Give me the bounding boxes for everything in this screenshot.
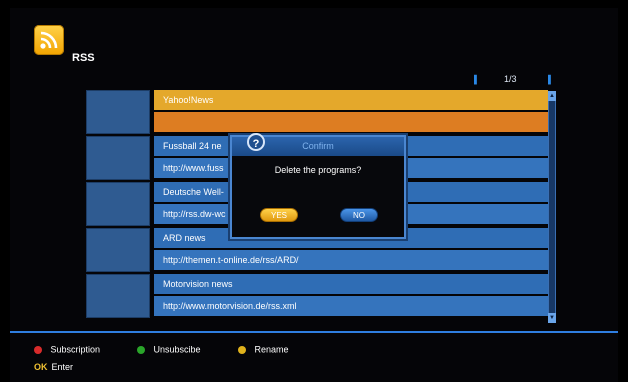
question-icon: ?: [247, 133, 265, 151]
legend-subscription: Subscription: [34, 343, 100, 355]
no-button[interactable]: NO: [340, 208, 378, 222]
feed-name: Motorvision news: [154, 274, 548, 294]
feed-thumbnail: [86, 182, 150, 226]
list-scrollbar[interactable]: ▲ ▼: [548, 91, 556, 323]
yellow-key-icon: [238, 345, 246, 354]
green-key-icon: [137, 345, 145, 354]
page-indicator: 1/3: [504, 74, 517, 84]
yes-button[interactable]: YES: [260, 208, 298, 222]
feed-url: http://themen.t-online.de/rss/ARD/: [154, 250, 548, 270]
pager-right-icon[interactable]: ▌: [548, 75, 554, 84]
ok-key-label: OK: [34, 362, 48, 372]
feed-row-motorvision-news[interactable]: Motorvision news http://www.motorvision.…: [86, 274, 548, 318]
pager-left-icon[interactable]: ▌: [474, 75, 480, 84]
feed-name: Yahoo!News: [154, 90, 548, 110]
scroll-down-icon[interactable]: ▼: [548, 313, 556, 323]
scroll-up-icon[interactable]: ▲: [548, 91, 556, 101]
legend-ok-enter: OK Enter: [34, 362, 73, 372]
dialog-message: Delete the programs?: [274, 165, 362, 175]
feed-thumbnail: [86, 228, 150, 272]
legend-unsubscribe: Unsubscibe: [137, 343, 201, 355]
rss-icon: [34, 25, 64, 55]
feed-row-yahoo-news[interactable]: Yahoo!News: [86, 90, 548, 134]
confirm-dialog: Confirm ? Delete the programs? YES NO: [230, 133, 406, 239]
pager: ▌ 1/3 ▌: [474, 74, 554, 86]
key-legend: Subscription Unsubscibe Rename OK Enter: [10, 339, 618, 379]
feed-url: http://www.motorvision.de/rss.xml: [154, 296, 548, 316]
footer-divider: [10, 331, 618, 333]
legend-label: Subscription: [50, 344, 101, 355]
feed-url: [154, 112, 548, 132]
legend-label: Rename: [254, 344, 289, 355]
page-title: RSS: [72, 52, 95, 64]
rss-screen: RSS ▌ 1/3 ▌ Yahoo!News Fussball 24 ne ht…: [10, 8, 618, 382]
red-key-icon: [34, 345, 42, 354]
legend-label: Enter: [51, 362, 74, 372]
feed-thumbnail: [86, 274, 150, 318]
legend-rename: Rename: [238, 343, 289, 355]
legend-label: Unsubscibe: [153, 344, 201, 355]
feed-thumbnail: [86, 136, 150, 180]
feed-thumbnail: [86, 90, 150, 134]
